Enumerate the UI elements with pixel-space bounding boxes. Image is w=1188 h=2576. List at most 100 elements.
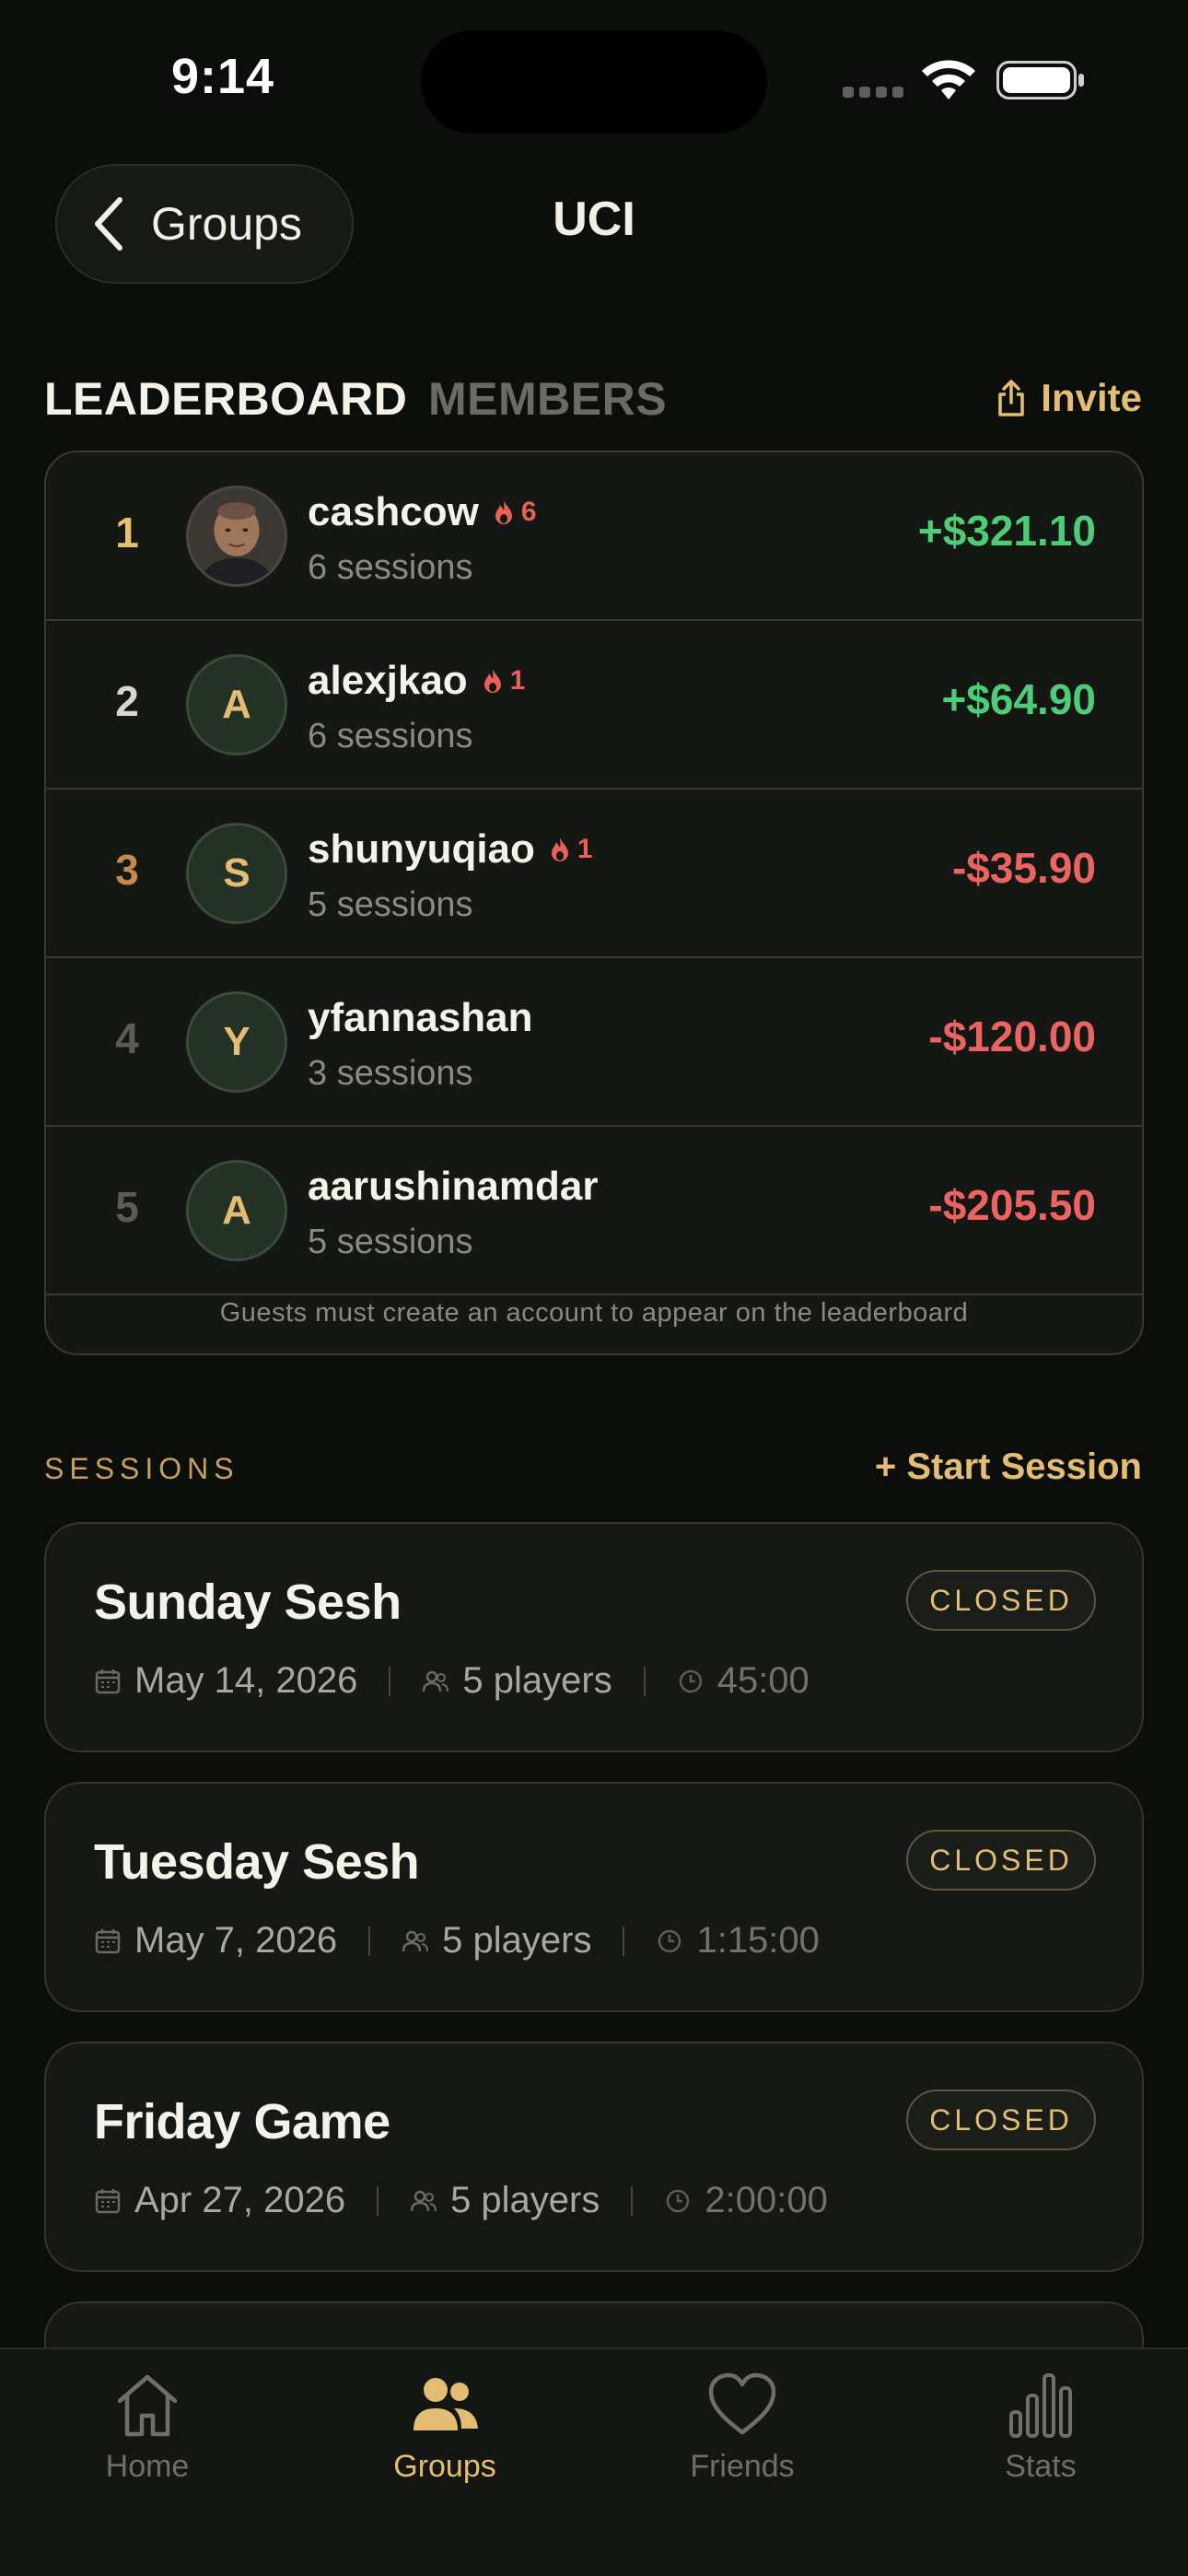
session-card[interactable]: Sunday Sesh CLOSED May 14, 2026 5 player… (44, 1522, 1144, 1752)
leaderboard-note: Guests must create an account to appear … (219, 1298, 969, 1328)
dynamic-island (421, 30, 767, 134)
player-name: cashcow (308, 489, 479, 534)
groups-icon (413, 2378, 478, 2430)
leaderboard-card: 1 cashcow 6 6 sessions +$321.10 2 A alex… (44, 451, 1144, 1355)
clock-icon (658, 1929, 681, 1952)
calendar-icon (95, 1928, 121, 1953)
session-card[interactable]: Friday Game CLOSED Apr 27, 2026 5 player… (44, 2042, 1144, 2272)
leaderboard-row[interactable]: 2 A alexjkao 1 6 sessions +$64.90 (46, 621, 1142, 790)
status-bar: 9:14 (0, 0, 1188, 157)
session-title: Friday Game (94, 2094, 390, 2149)
users-icon (410, 2190, 437, 2211)
tabbar-item-home[interactable]: Home (55, 2370, 239, 2485)
net-amount: +$64.90 (941, 675, 1096, 723)
divider (389, 1666, 391, 1696)
session-title: Tuesday Sesh (94, 1834, 420, 1890)
back-button-label: Groups (151, 198, 302, 250)
session-title: Sunday Sesh (94, 1575, 402, 1630)
home-icon (117, 2374, 178, 2437)
avatar: S (186, 823, 287, 924)
page-title: UCI (553, 193, 635, 246)
session-meta: May 7, 2026 5 players 1:15:00 (94, 1920, 820, 1961)
session-count: 3 sessions (308, 1054, 473, 1093)
heart-icon (708, 2372, 776, 2435)
rank-number: 5 (115, 1183, 139, 1231)
divider (623, 1926, 625, 1956)
session-date: Apr 27, 2026 (134, 2180, 346, 2220)
net-amount: +$321.10 (917, 507, 1096, 555)
tabbar-label: Stats (1005, 2449, 1077, 2484)
streak-count: 1 (509, 665, 526, 696)
flame-icon (483, 669, 501, 693)
status-badge: CLOSED (906, 2090, 1096, 2150)
streak-badge: 6 (494, 497, 537, 528)
streak-badge: 1 (483, 665, 526, 697)
avatar: A (186, 1160, 287, 1261)
streak-count: 1 (577, 834, 593, 864)
rank-number: 2 (115, 677, 139, 725)
status-badge: CLOSED (906, 1570, 1096, 1631)
rank-number: 3 (115, 846, 139, 894)
leaderboard-row[interactable]: 4 Y yfannashan 3 sessions -$120.00 (46, 958, 1142, 1127)
session-count: 6 sessions (308, 548, 473, 587)
session-card[interactable]: Tuesday Sesh CLOSED May 7, 2026 5 player… (44, 1782, 1144, 2012)
back-button[interactable]: Groups (55, 164, 354, 284)
flame-icon (551, 837, 568, 861)
session-count: 6 sessions (308, 717, 473, 755)
session-duration: 1:15:00 (696, 1920, 820, 1961)
session-duration: 45:00 (716, 1660, 809, 1701)
leaderboard-row[interactable]: 5 A aarushinamdar 5 sessions -$205.50 (46, 1127, 1142, 1295)
player-count: 5 players (442, 1920, 592, 1961)
battery-icon (996, 61, 1084, 100)
net-amount: -$205.50 (928, 1181, 1096, 1229)
avatar: A (186, 654, 287, 755)
tab-bar: Home Groups Friends Stats (0, 2348, 1188, 2576)
share-icon (998, 380, 1025, 416)
player-name: shunyuqiao (308, 826, 535, 872)
divider (368, 1926, 371, 1956)
player-count: 5 players (462, 1660, 612, 1701)
avatar (186, 486, 287, 587)
session-date: May 7, 2026 (134, 1920, 338, 1961)
start-session-button[interactable]: + Start Session (875, 1446, 1142, 1488)
player-name: alexjkao (308, 658, 468, 703)
session-meta: Apr 27, 2026 5 players 2:00:00 (94, 2180, 828, 2221)
clock-icon (667, 2189, 690, 2212)
tabbar-label: Groups (393, 2449, 496, 2484)
streak-count: 6 (520, 497, 537, 527)
leaderboard-row[interactable]: 1 cashcow 6 6 sessions +$321.10 (46, 452, 1142, 621)
invite-label: Invite (1041, 376, 1142, 419)
tabbar-item-friends[interactable]: Friends (650, 2370, 834, 2485)
net-amount: -$120.00 (928, 1013, 1096, 1060)
avatar-photo (189, 488, 285, 584)
player-name: aarushinamdar (308, 1164, 599, 1209)
cellular-signal-icon (843, 87, 905, 100)
divider (377, 2185, 379, 2216)
avatar: Y (186, 991, 287, 1093)
bar-chart-icon (1009, 2373, 1072, 2438)
leaderboard-row[interactable]: 3 S shunyuqiao 1 5 sessions -$35.90 (46, 790, 1142, 958)
tab-leaderboard[interactable]: LEADERBOARD (44, 372, 407, 426)
status-time: 9:14 (171, 49, 275, 104)
tab-members[interactable]: MEMBERS (428, 372, 667, 426)
net-amount: -$35.90 (951, 844, 1096, 892)
divider (631, 2185, 634, 2216)
tabbar-label: Home (105, 2449, 190, 2484)
rank-number: 4 (115, 1014, 139, 1062)
player-count: 5 players (450, 2180, 600, 2220)
tabbar-item-stats[interactable]: Stats (949, 2370, 1133, 2485)
chevron-left-icon (95, 197, 122, 251)
streak-badge: 1 (550, 834, 593, 865)
divider (643, 1666, 646, 1696)
tabbar-item-groups[interactable]: Groups (353, 2370, 537, 2485)
session-count: 5 sessions (308, 1223, 473, 1261)
wifi-icon (922, 60, 975, 100)
session-count: 5 sessions (308, 885, 473, 924)
player-name: yfannashan (308, 995, 533, 1040)
session-meta: May 14, 2026 5 players 45:00 (94, 1660, 809, 1702)
tabbar-label: Friends (690, 2449, 795, 2484)
invite-button[interactable]: Invite (996, 376, 1142, 420)
users-icon (423, 1670, 449, 1692)
session-duration: 2:00:00 (705, 2180, 828, 2220)
users-icon (402, 1930, 429, 1951)
